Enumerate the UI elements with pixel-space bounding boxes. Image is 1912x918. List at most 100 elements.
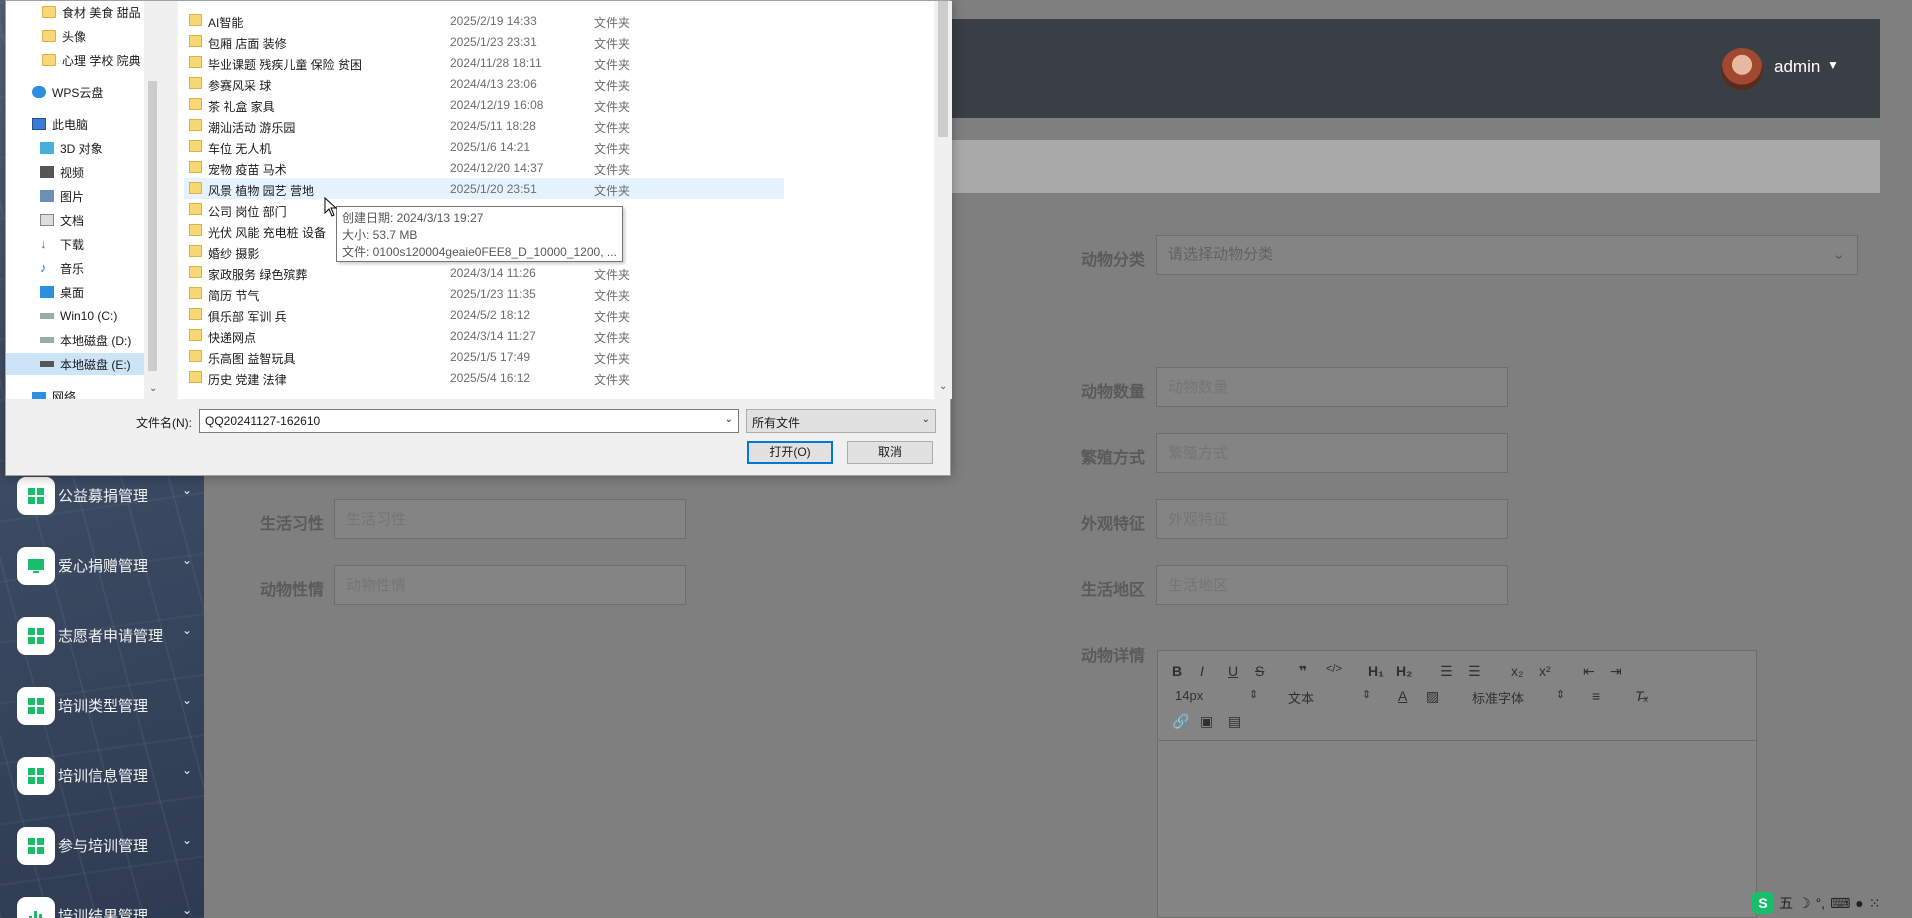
chevron-down-icon: ⌄ (182, 623, 193, 637)
heading1-icon[interactable]: H₁ (1368, 663, 1384, 679)
chevron-down-icon: ⌄ (182, 553, 193, 567)
file-row[interactable]: 俱乐部 军训 兵 2024/5/2 18:12 文件夹 (184, 304, 784, 325)
indent-icon[interactable]: ⇥ (1610, 663, 1622, 680)
image-icon[interactable]: ▣ (1200, 713, 1213, 730)
filetype-select[interactable]: 所有文件 ⌄ (746, 409, 936, 433)
sidebar-item-donation[interactable]: 爱心捐赠管理 ⌄ (0, 541, 204, 589)
file-row[interactable]: 快递网点 2024/3/14 11:27 文件夹 (184, 325, 784, 346)
ime-mode-label[interactable]: 五 (1779, 893, 1793, 913)
align-icon[interactable]: ≡ (1592, 688, 1600, 704)
category-select[interactable]: 请选择动物分类 ⌄ (1156, 235, 1858, 275)
sidebar-item-fundraising[interactable]: 公益募捐管理 ⌄ (0, 471, 204, 519)
region-input[interactable] (1156, 565, 1508, 605)
file-date: 2025/1/5 17:49 (450, 350, 531, 364)
nav-item[interactable]: 3D 对象 (6, 137, 156, 159)
code-icon[interactable]: </> (1326, 663, 1342, 675)
file-row[interactable]: AI智能 2025/2/19 14:33 文件夹 (184, 10, 784, 31)
sidebar-item-training-result[interactable]: 培训结果管理 ⌄ (0, 891, 204, 918)
cube-icon (40, 142, 54, 154)
mouse-cursor-icon (324, 197, 338, 217)
ordered-list-icon[interactable]: ☰ (1440, 663, 1453, 680)
outdent-icon[interactable]: ⇤ (1583, 663, 1595, 680)
scroll-down-icon[interactable]: ⌄ (149, 383, 157, 394)
file-row-hovered[interactable]: 风景 植物 园艺 营地 2025/1/20 23:51 文件夹 (184, 178, 784, 199)
bold-icon[interactable]: B (1172, 663, 1182, 679)
sidebar-item-training-info[interactable]: 培训信息管理 ⌄ (0, 751, 204, 799)
file-row[interactable]: 潮汕活动 游乐园 2024/5/11 18:28 文件夹 (184, 115, 784, 136)
ime-toolbar[interactable]: S 五 ☽ °, ⌨ ● ⁙ (1752, 888, 1912, 918)
chevron-down-icon[interactable]: ⌄ (725, 414, 733, 425)
file-row[interactable]: 宠物 疫苗 马术 2024/12/20 14:37 文件夹 (184, 157, 784, 178)
user-name[interactable]: admin (1774, 57, 1820, 77)
nav-item[interactable]: WPS云盘 (6, 81, 156, 103)
nav-item[interactable]: ♪ 音乐 (6, 257, 156, 279)
sidebar-item-volunteer[interactable]: 志愿者申请管理 ⌄ (0, 611, 204, 659)
nav-item[interactable]: 食材 美食 甜品 (6, 1, 156, 23)
video-icon[interactable]: ▤ (1228, 713, 1241, 730)
nav-item-label: 文档 (60, 213, 85, 228)
grid-icon[interactable]: ⁙ (1869, 895, 1881, 912)
file-row[interactable]: 家政服务 绿色殡葬 2024/3/14 11:26 文件夹 (184, 262, 784, 283)
nav-item[interactable]: 图片 (6, 185, 156, 207)
file-list-scrollbar-thumb[interactable] (938, 1, 948, 137)
font-size-select[interactable]: 14px (1175, 688, 1203, 703)
block-format-select[interactable]: 文本 (1288, 688, 1314, 707)
count-input[interactable] (1156, 367, 1508, 407)
nav-item[interactable]: Win10 (C:) (6, 305, 156, 327)
nav-item[interactable]: 本地磁盘 (D:) (6, 329, 156, 351)
sidebar-item-label: 公益募捐管理 (58, 488, 149, 505)
file-row[interactable]: 包厢 店面 装修 2025/1/23 23:31 文件夹 (184, 31, 784, 52)
underline-icon[interactable]: U (1228, 663, 1238, 679)
quote-icon[interactable]: ❞ (1299, 663, 1307, 680)
moon-icon[interactable]: ☽ (1798, 895, 1811, 912)
nav-item[interactable]: 视频 (6, 161, 156, 183)
sogou-logo-icon[interactable]: S (1752, 892, 1774, 914)
cancel-button[interactable]: 取消 (847, 441, 933, 464)
file-row[interactable]: 简历 节气 2025/1/23 11:35 文件夹 (184, 283, 784, 304)
file-row[interactable]: 毕业课题 残疾儿童 保险 贫困 2024/11/28 18:11 文件夹 (184, 52, 784, 73)
open-button[interactable]: 打开(O) (747, 441, 833, 464)
link-icon[interactable]: 🔗 (1172, 713, 1189, 730)
subscript-icon[interactable]: x₂ (1511, 663, 1523, 679)
rich-text-editor[interactable]: B I U S ❞ </> H₁ H₂ ☰ ☰ x₂ x² ⇤ ⇥ 14px ⇕… (1157, 650, 1757, 918)
appearance-input[interactable] (1156, 499, 1508, 539)
file-row[interactable]: 茶 礼盒 家具 2024/12/19 16:08 文件夹 (184, 94, 784, 115)
superscript-icon[interactable]: x² (1539, 663, 1551, 679)
user-icon[interactable]: ● (1855, 895, 1863, 911)
temper-input[interactable] (334, 565, 686, 605)
clear-format-icon[interactable]: T̶ₓ (1635, 688, 1649, 704)
nav-item[interactable]: 桌面 (6, 281, 156, 303)
file-row[interactable]: 参赛风采 球 2024/4/13 23:06 文件夹 (184, 73, 784, 94)
file-row[interactable]: 车位 无人机 2025/1/6 14:21 文件夹 (184, 136, 784, 157)
font-color-icon[interactable]: A (1398, 688, 1407, 704)
caret-down-icon[interactable]: ▼ (1827, 58, 1839, 72)
filename-input[interactable]: QQ20241127-162610 ⌄ (199, 409, 739, 433)
nav-item[interactable]: 心理 学校 院典 (6, 49, 156, 71)
nav-item[interactable]: 网络 (6, 385, 156, 399)
strikethrough-icon[interactable]: S (1255, 663, 1264, 679)
nav-item[interactable]: 文档 (6, 209, 156, 231)
heading2-icon[interactable]: H₂ (1396, 663, 1412, 679)
bullet-list-icon[interactable]: ☰ (1468, 663, 1481, 680)
keyboard-icon[interactable]: ⌨ (1830, 895, 1850, 912)
font-family-select[interactable]: 标准字体 (1472, 688, 1524, 707)
file-row[interactable]: 历史 党建 法律 2025/5/4 16:12 文件夹 (184, 367, 784, 388)
avatar[interactable] (1721, 48, 1763, 90)
italic-icon[interactable]: I (1200, 663, 1204, 679)
nav-item-selected[interactable]: 本地磁盘 (E:) (6, 353, 146, 375)
habits-input[interactable] (334, 499, 686, 539)
scroll-down-icon[interactable]: ⌄ (939, 381, 947, 392)
nav-item[interactable]: 头像 (6, 25, 156, 47)
tooltip-size: 大小: 53.7 MB (342, 228, 418, 242)
file-name: 公司 岗位 部门 (208, 205, 287, 219)
nav-item[interactable]: 此电脑 (6, 113, 156, 135)
cloud-icon (32, 86, 46, 98)
background-color-icon[interactable]: ▨ (1426, 688, 1439, 705)
sidebar-item-training-join[interactable]: 参与培训管理 ⌄ (0, 821, 204, 869)
file-row[interactable]: 乐高图 益智玩具 2025/1/5 17:49 文件夹 (184, 346, 784, 367)
punctuation-icon[interactable]: °, (1816, 895, 1826, 911)
nav-item[interactable]: ↓ 下载 (6, 233, 156, 255)
sidebar-item-training-type[interactable]: 培训类型管理 ⌄ (0, 681, 204, 729)
breeding-input[interactable] (1156, 433, 1508, 473)
nav-scrollbar-thumb[interactable] (148, 81, 157, 371)
